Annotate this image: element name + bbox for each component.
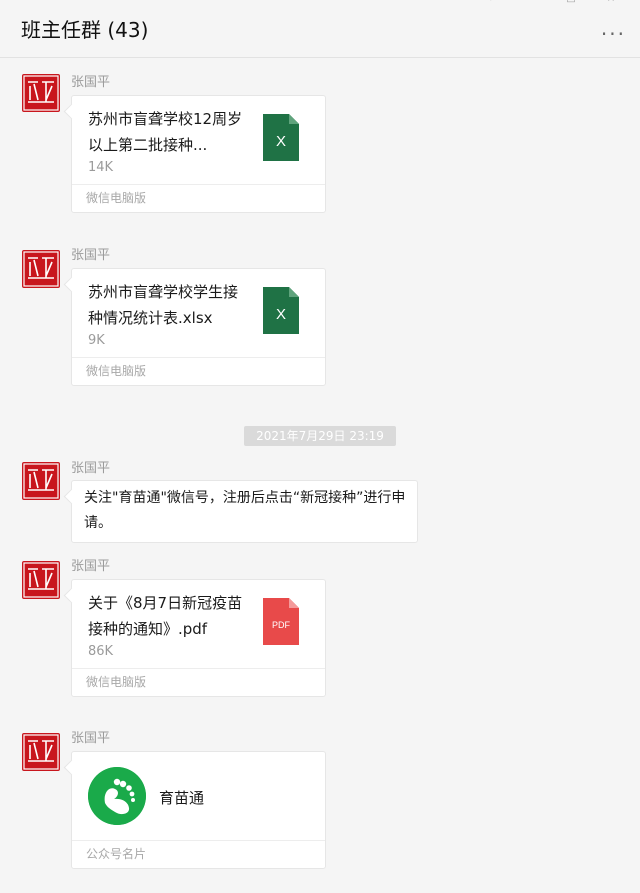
file-message-card[interactable]: 苏州市盲聋学校学生接种情况统计表.xlsx 9K X 微信电脑版 (71, 268, 326, 386)
maximize-icon[interactable]: □ (566, 0, 576, 4)
excel-file-icon: X (263, 114, 299, 161)
avatar[interactable] (22, 733, 60, 771)
window-controls: ✦ – □ × (486, 0, 616, 4)
account-name: 育苗通 (159, 789, 205, 807)
file-name: 苏州市盲聋学校学生接种情况统计表.xlsx (88, 283, 239, 327)
pdf-file-icon: PDF (263, 598, 299, 645)
sender-name: 张国平 (71, 75, 111, 90)
sender-name: 张国平 (71, 559, 111, 574)
avatar[interactable] (22, 462, 60, 500)
file-name: 关于《8月7日新冠疫苗接种的通知》.pdf (88, 594, 243, 638)
message-source: 微信电脑版 (72, 357, 325, 385)
timestamp: 2021年7月29日 23:19 (244, 426, 396, 446)
sender-name: 张国平 (71, 248, 111, 263)
chat-title: 班主任群 (43) (21, 18, 149, 42)
official-account-card[interactable]: 育苗通 公众号名片 (71, 751, 326, 869)
file-size: 86K (88, 644, 114, 659)
app-logo-icon (88, 767, 146, 825)
file-size: 9K (88, 333, 105, 348)
file-icon-label: PDF (272, 620, 291, 630)
avatar[interactable] (22, 74, 60, 112)
sender-name: 张国平 (71, 461, 111, 476)
excel-file-icon: X (263, 287, 299, 334)
message-source: 微信电脑版 (72, 668, 325, 696)
file-icon-label: X (276, 133, 286, 150)
avatar[interactable] (22, 250, 60, 288)
chat-header: 班主任群 (43) ✦ – □ × ··· (0, 0, 640, 58)
sender-name: 张国平 (71, 731, 111, 746)
file-message-card[interactable]: 苏州市盲聋学校12周岁以上第二批接种... 14K X 微信电脑版 (71, 95, 326, 213)
file-message-card[interactable]: 关于《8月7日新冠疫苗接种的通知》.pdf 86K PDF 微信电脑版 (71, 579, 326, 697)
more-options-icon[interactable]: ··· (601, 22, 626, 46)
card-type-label: 公众号名片 (72, 840, 325, 868)
text-message-bubble[interactable]: 关注"育苗通"微信号，注册后点击“新冠接种”进行申请。 (71, 480, 418, 543)
file-size: 14K (88, 160, 114, 175)
file-name: 苏州市盲聋学校12周岁以上第二批接种... (88, 110, 243, 154)
message-text: 关注"育苗通"微信号，注册后点击“新冠接种”进行申请。 (84, 490, 406, 531)
message-source: 微信电脑版 (72, 184, 325, 212)
close-icon[interactable]: × (606, 0, 616, 4)
avatar[interactable] (22, 561, 60, 599)
minimize-icon[interactable]: – (526, 0, 536, 4)
file-icon-label: X (276, 306, 286, 323)
pin-icon[interactable]: ✦ (486, 0, 496, 4)
